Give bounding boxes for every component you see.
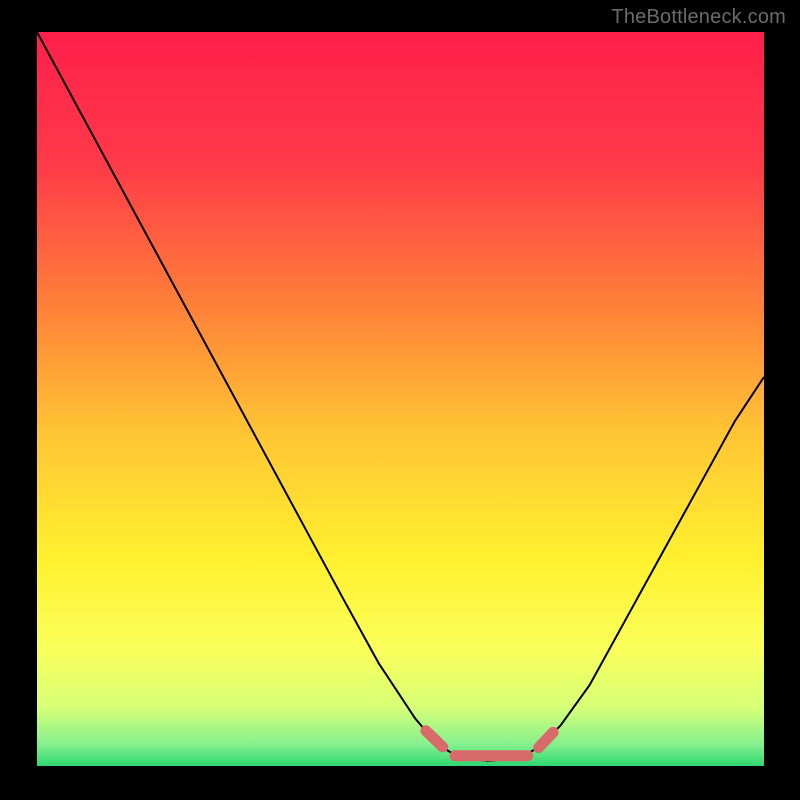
chart-stage: TheBottleneck.com xyxy=(0,0,800,800)
watermark-label: TheBottleneck.com xyxy=(611,6,786,29)
chart-canvas xyxy=(0,0,800,800)
plot-background xyxy=(37,32,764,766)
